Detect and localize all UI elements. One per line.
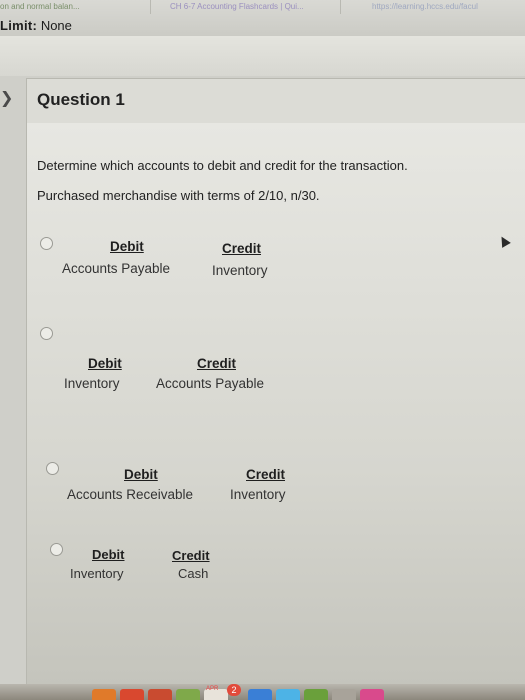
browser-tab[interactable]: https://learning.hccs.edu/facul — [372, 2, 478, 11]
tab-divider — [150, 0, 151, 14]
option-2-credit-account: Accounts Payable — [156, 376, 265, 391]
question-body — [26, 123, 525, 700]
dock-app-icon[interactable] — [148, 689, 172, 700]
dock-app-icon[interactable] — [176, 689, 200, 700]
question-transaction: Purchased merchandise with terms of 2/10… — [37, 188, 320, 203]
content-band — [0, 36, 525, 76]
dock-app-icon[interactable] — [120, 689, 144, 700]
dock-app-icon[interactable] — [276, 689, 300, 700]
question-header: Question 1 — [26, 78, 525, 124]
time-limit: Limit: None — [0, 18, 72, 33]
browser-tab[interactable]: on and normal balan... — [0, 2, 80, 11]
option-1-debit-account: Accounts Payable — [62, 261, 171, 276]
option-2-radio[interactable] — [40, 327, 53, 340]
option-4-debit-heading: Debit — [92, 547, 125, 562]
calendar-month: APR — [206, 686, 219, 692]
option-4-credit-heading: Credit — [172, 548, 210, 563]
dock-app-icon[interactable] — [332, 689, 356, 700]
tab-divider — [340, 0, 341, 14]
option-4-radio[interactable] — [50, 543, 63, 556]
dock-app-icon[interactable] — [92, 689, 116, 700]
option-1-credit-account: Inventory — [212, 263, 268, 278]
option-3-radio[interactable] — [46, 462, 59, 475]
option-2-credit-heading: Credit — [197, 356, 237, 371]
dock-app-icon[interactable] — [248, 689, 272, 700]
question-prompt: Determine which accounts to debit and cr… — [37, 158, 408, 173]
option-3-debit-account: Accounts Receivable — [67, 487, 194, 502]
option-2-debit-account: Inventory — [64, 376, 120, 391]
option-4-credit-account: Cash — [178, 566, 209, 581]
option-3-credit-heading: Credit — [246, 467, 286, 482]
dock-app-icon[interactable] — [304, 689, 328, 700]
time-limit-value: None — [40, 18, 72, 33]
option-2-debit-heading: Debit — [88, 356, 122, 371]
option-3-debit-heading: Debit — [124, 467, 158, 482]
option-1-radio[interactable] — [40, 237, 53, 250]
browser-tab-active[interactable]: CH 6-7 Accounting Flashcards | Qui... — [170, 2, 304, 11]
dock-app-icon[interactable] — [360, 689, 384, 700]
notification-badge: 2 — [227, 684, 241, 696]
chevron-right-icon[interactable]: ❯ — [0, 88, 13, 108]
option-4-debit-account: Inventory — [70, 566, 124, 581]
option-1-debit-heading: Debit — [110, 239, 144, 254]
option-3-credit-account: Inventory — [230, 487, 286, 502]
question-title: Question 1 — [37, 90, 125, 109]
option-1-credit-heading: Credit — [222, 241, 262, 256]
time-limit-label: Limit: — [0, 18, 38, 33]
